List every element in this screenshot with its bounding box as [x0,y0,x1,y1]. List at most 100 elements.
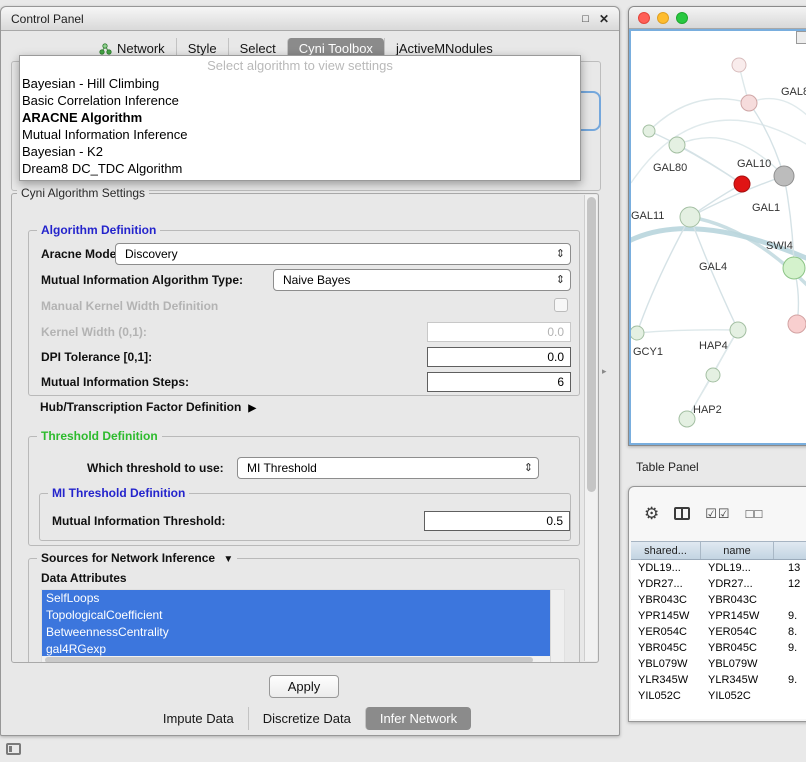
table-row[interactable]: YER054C YER054C 8. [631,624,806,640]
attribute-items: SelfLoops TopologicalCoefficient Between… [42,590,550,656]
cell-extra: 9. [774,674,806,686]
column-header-extra[interactable] [774,542,806,559]
table-row[interactable]: YIL052C YIL052C [631,688,806,704]
node-label: GAL8 [781,86,806,98]
node-label: GAL80 [653,162,687,174]
tab-impute-data[interactable]: Impute Data [149,707,248,730]
network-node[interactable] [783,257,805,279]
sources-group: Sources for Network Inference ▼ Data Att… [28,558,580,663]
attribute-list-hscrollbar[interactable] [42,656,550,663]
table-row[interactable]: YPR145W YPR145W 9. [631,608,806,624]
dropdown-option[interactable]: Bayesian - K2 [20,143,580,160]
close-icon[interactable]: ✕ [599,12,609,26]
network-node[interactable] [774,166,794,186]
cell-name: YPR145W [701,610,774,622]
sources-title: Sources for Network Inference [41,551,215,565]
table-row[interactable]: YBL079W YBL079W [631,656,806,672]
attribute-item-selected[interactable]: TopologicalCoefficient [42,607,550,624]
dpi-tolerance-field[interactable]: 0.0 [427,347,571,367]
network-node[interactable] [730,322,746,338]
cell-shared-name: YIL052C [631,690,701,702]
data-attributes-list: SelfLoops TopologicalCoefficient Between… [41,589,565,663]
attribute-item-selected[interactable]: SelfLoops [42,590,550,607]
birdseye-toggle[interactable] [796,31,806,44]
mi-algorithm-type-select[interactable]: Naive Bayes ⇕ [273,269,571,291]
table-row[interactable]: YDR27... YDR27... 12 [631,576,806,592]
deselect-all-icon[interactable]: □□ [746,507,764,520]
tab-label: jActiveMNodules [396,41,493,56]
close-button[interactable] [638,12,650,24]
dropdown-placeholder[interactable]: Select algorithm to view settings [20,56,580,75]
columns-icon[interactable] [674,507,690,520]
mi-threshold-field[interactable]: 0.5 [424,511,570,531]
kernel-width-field[interactable]: 0.0 [427,322,571,342]
tab-infer-network[interactable]: Infer Network [365,707,471,730]
cell-extra: 9. [774,610,806,622]
cell-extra: 9. [774,642,806,654]
which-threshold-select[interactable]: MI Threshold ⇕ [237,457,539,479]
dropdown-option-selected[interactable]: ARACNE Algorithm [20,109,580,126]
attribute-item-selected[interactable]: BetweennessCentrality [42,624,550,641]
dropdown-option[interactable]: Mutual Information Inference [20,126,580,143]
gear-icon[interactable]: ⚙ [644,505,659,522]
aracne-mode-select[interactable]: Discovery ⇕ [115,243,571,265]
network-node[interactable] [680,207,700,227]
network-node[interactable] [741,95,757,111]
network-node-selected[interactable] [734,176,750,192]
attribute-list-vscrollbar[interactable] [550,590,564,663]
table-row[interactable]: YDL19... YDL19... 13 [631,560,806,576]
hscroll-thumb[interactable] [45,657,533,663]
selected-value: Naive Bayes [283,273,350,287]
network-canvas[interactable]: GAL8 GAL80 GAL10 GAL11 GAL1 SWI4 GAL4 GC… [629,29,806,445]
threshold-definition-group: Threshold Definition Which threshold to … [28,436,580,546]
minimize-button[interactable] [657,12,669,24]
network-graph[interactable]: GAL8 GAL80 GAL10 GAL11 GAL1 SWI4 GAL4 GC… [631,31,806,444]
apply-button[interactable]: Apply [269,675,339,698]
cell-extra: 8. [774,626,806,638]
attribute-item-selected[interactable]: gal4RGexp [42,641,550,656]
dropdown-option[interactable]: Bayesian - Hill Climbing [20,75,580,92]
table-panel-window: ⚙ ☑☑ □□ shared... name YDL19... YDL19...… [628,486,806,722]
algorithm-definition-title: Algorithm Definition [37,223,160,237]
cell-name: YDR27... [701,578,774,590]
node-label: HAP4 [699,340,728,352]
table-row[interactable]: YLR345W YLR345W 9. [631,672,806,688]
panel-toggle-icon[interactable] [6,743,21,755]
network-node[interactable] [788,315,806,333]
tab-label: Network [117,41,165,56]
cell-name: YER054C [701,626,774,638]
cell-name: YLR345W [701,674,774,686]
zoom-button[interactable] [676,12,688,24]
node-label: HAP2 [693,404,722,416]
manual-kernel-width-label: Manual Kernel Width Definition [41,299,218,313]
manual-kernel-width-checkbox[interactable] [554,298,568,312]
chevron-right-icon: ▶ [248,403,256,414]
network-node[interactable] [643,125,655,137]
cell-name: YBR045C [701,642,774,654]
settings-scroll-thumb[interactable] [587,197,596,492]
network-node[interactable] [669,137,685,153]
dropdown-option[interactable]: Dream8 DC_TDC Algorithm [20,160,580,177]
node-label: SWI4 [766,240,793,252]
settings-scrollbar[interactable] [584,195,597,661]
pane-divider-arrow[interactable]: ▸ [602,366,607,377]
table-row[interactable]: YBR045C YBR045C 9. [631,640,806,656]
network-node[interactable] [732,58,746,72]
tab-discretize-data[interactable]: Discretize Data [248,707,365,730]
column-header-name[interactable]: name [701,542,774,559]
sources-expander[interactable]: Sources for Network Inference ▼ [37,551,237,565]
aracne-mode-label: Aracne Mode: [41,247,120,261]
column-header-shared-name[interactable]: shared... [631,542,701,559]
network-node[interactable] [706,368,720,382]
mi-steps-field[interactable]: 6 [427,372,571,392]
table-toolbar: ⚙ ☑☑ □□ [629,487,806,539]
hub-definition-expander[interactable]: Hub/Transcription Factor Definition▶ [40,400,256,414]
dropdown-option[interactable]: Basic Correlation Inference [20,92,580,109]
mi-threshold-label: Mutual Information Threshold: [52,514,225,528]
select-all-icon[interactable]: ☑☑ [705,507,730,520]
table-row[interactable]: YBR043C YBR043C [631,592,806,608]
float-window-icon[interactable]: □ [582,13,589,25]
network-node[interactable] [631,326,644,340]
combo-arrows-icon: ⇕ [556,270,565,290]
kernel-width-label: Kernel Width (0,1): [41,325,147,339]
